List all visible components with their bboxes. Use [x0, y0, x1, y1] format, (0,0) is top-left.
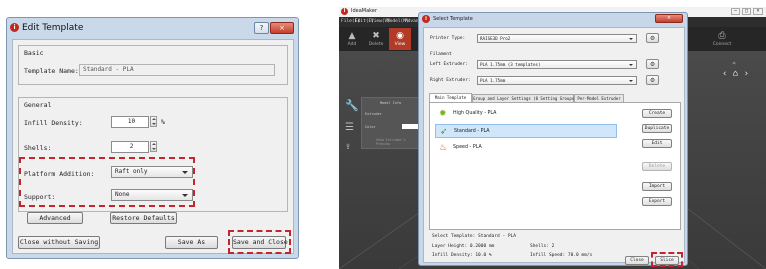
- infill-density-unit: %: [161, 118, 165, 126]
- printer-icon: ⎙: [718, 31, 726, 41]
- select-dialog-close-button[interactable]: ×: [655, 14, 683, 23]
- toolbar-delete-label: Delete: [368, 42, 384, 47]
- app-logo-icon: i: [422, 15, 430, 23]
- right-extruder-value: PLA 1.75mm: [480, 78, 506, 83]
- infill-density-input[interactable]: 10: [111, 116, 149, 128]
- delete-icon: ✖: [372, 31, 380, 41]
- toolbar-view[interactable]: ◉ View: [389, 28, 411, 50]
- main-window-title: IdeaMaker: [351, 8, 378, 14]
- delete-button[interactable]: Delete: [642, 162, 672, 171]
- close-window-button[interactable]: ×: [270, 22, 294, 34]
- add-model-icon: ▲: [348, 31, 356, 41]
- dialog-title: Edit Template: [22, 23, 84, 33]
- highlight-platform-support: [19, 157, 195, 207]
- chevron-down-icon: [629, 38, 633, 40]
- maximize-button[interactable]: □: [742, 8, 751, 15]
- restore-defaults-button[interactable]: Restore Defaults: [110, 212, 177, 224]
- toolbar-view-label: View: [394, 42, 406, 47]
- template-item-high-quality[interactable]: ✹ High Quality - PLA: [435, 107, 617, 121]
- infill-speed-summary: Infill Speed: 70.0 mm/s: [530, 253, 593, 258]
- chevron-up-icon[interactable]: ⌃: [732, 61, 736, 69]
- filament-label: Filament: [430, 52, 452, 57]
- extruder-label: Extruder: [365, 112, 382, 116]
- edit-template-dialog: i Edit Template ? × Basic Template Name:…: [6, 17, 299, 259]
- infill-density-summary: Infill Density: 10.0 %: [432, 253, 492, 258]
- app-logo-icon: i: [10, 23, 19, 32]
- selected-template-summary: Select Template: Standard - PLA: [432, 234, 516, 239]
- color-swatch[interactable]: [402, 124, 418, 129]
- basic-group-label: Basic: [24, 49, 44, 57]
- home-view-icon[interactable]: ‹ ⌂ ›: [722, 69, 749, 79]
- select-dialog-body: Printer Type: RAISE3D Pro2 ⚙ Filament Le…: [423, 27, 685, 263]
- advanced-button[interactable]: Advanced: [27, 212, 83, 224]
- shells-spinner[interactable]: [150, 141, 157, 152]
- right-extruder-label: Right Extruder:: [430, 78, 471, 83]
- high-quality-icon: ✹: [439, 109, 447, 119]
- speed-icon: ♨: [439, 143, 448, 153]
- app-logo-icon: i: [341, 8, 348, 15]
- infill-density-label: Infill Density:: [24, 119, 83, 127]
- template-item-speed[interactable]: ♨ Speed - PLA: [435, 141, 617, 155]
- template-name: Standard - PLA: [454, 129, 490, 134]
- chevron-down-icon: [629, 80, 633, 82]
- basic-group: Basic Template Name: Standard - PLA: [18, 45, 288, 85]
- layer-height-summary: Layer Height: 0.2000 mm: [432, 244, 495, 249]
- color-label: Color: [365, 125, 376, 129]
- shells-summary: Shells: 2: [530, 244, 555, 249]
- template-name-field[interactable]: Standard - PLA: [79, 64, 275, 76]
- left-extruder-select[interactable]: PLA 1.75mm (3 templates): [477, 60, 637, 69]
- select-template-dialog: i Select Template × Printer Type: RAISE3…: [418, 12, 688, 267]
- model-info-label: Model Info: [380, 101, 402, 105]
- import-button[interactable]: Import: [642, 182, 672, 191]
- export-icon[interactable]: ⇪: [345, 141, 351, 152]
- chevron-down-icon: [629, 64, 633, 66]
- template-name-label: Template Name:: [24, 67, 79, 75]
- highlight-slice-button: [651, 252, 683, 267]
- printer-type-label: Printer Type:: [430, 36, 466, 41]
- shells-label: Shells:: [24, 144, 52, 152]
- select-dialog-title: Select Template: [433, 16, 473, 22]
- tab-per-model-extruder[interactable]: Per-Model Extruder: [574, 94, 624, 102]
- wrench-icon[interactable]: 🔧: [345, 99, 359, 112]
- right-extruder-select[interactable]: PLA 1.75mm: [477, 76, 637, 85]
- toolbar-connect[interactable]: ⎙ Connect: [711, 28, 733, 50]
- close-without-saving-button[interactable]: Close without Saving: [18, 236, 100, 249]
- standard-icon: ➶: [440, 127, 448, 137]
- template-item-standard[interactable]: ➶ Standard - PLA: [435, 124, 617, 138]
- toolbar-add[interactable]: ▲ Add: [341, 28, 363, 50]
- tab-main-template[interactable]: Main Template: [429, 93, 472, 102]
- help-button[interactable]: ?: [254, 22, 269, 34]
- left-extruder-label: Left Extruder:: [430, 62, 468, 67]
- export-button[interactable]: Export: [642, 197, 672, 206]
- left-extruder-value: PLA 1.75mm (3 templates): [480, 62, 541, 67]
- duplicate-button[interactable]: Duplicate: [642, 124, 672, 133]
- toolbar-connect-label: Connect: [712, 42, 732, 47]
- printer-type-value: RAISE3D Pro2: [480, 36, 511, 41]
- view-icon: ◉: [396, 31, 404, 41]
- list-icon[interactable]: ☰: [345, 123, 354, 133]
- dialog-body: Basic Template Name: Standard - PLA Gene…: [12, 39, 294, 254]
- printer-settings-gear-icon[interactable]: ⚙: [646, 33, 659, 43]
- save-as-button[interactable]: Save As: [165, 236, 218, 249]
- toolbar-delete[interactable]: ✖ Delete: [365, 28, 387, 50]
- model-info-panel: Model Info Extruder Color Show Extruder'…: [361, 97, 421, 149]
- printer-type-select[interactable]: RAISE3D Pro2: [477, 34, 637, 43]
- highlight-save-and-close: [228, 230, 291, 254]
- infill-density-spinner[interactable]: [150, 116, 157, 127]
- shells-input[interactable]: 2: [111, 141, 149, 153]
- template-name: High Quality - PLA: [453, 111, 497, 116]
- right-extruder-gear-icon[interactable]: ⚙: [646, 75, 659, 85]
- close-button[interactable]: Close: [625, 256, 649, 265]
- template-name: Speed - PLA: [453, 145, 482, 150]
- minimize-button[interactable]: –: [731, 8, 740, 15]
- show-extruder-preview-label[interactable]: Show Extruder's Preview: [376, 138, 420, 146]
- template-tab-panel: ✹ High Quality - PLA ➶ Standard - PLA ♨ …: [429, 102, 681, 230]
- create-button[interactable]: Create: [642, 109, 672, 118]
- general-group-label: General: [24, 101, 52, 109]
- close-window-button[interactable]: ×: [753, 8, 763, 15]
- tab-group-layer-settings[interactable]: Group and Layer Settings (0 Setting Grou…: [472, 94, 577, 102]
- left-extruder-gear-icon[interactable]: ⚙: [646, 59, 659, 69]
- edit-button[interactable]: Edit: [642, 139, 672, 148]
- toolbar-add-label: Add: [347, 42, 357, 47]
